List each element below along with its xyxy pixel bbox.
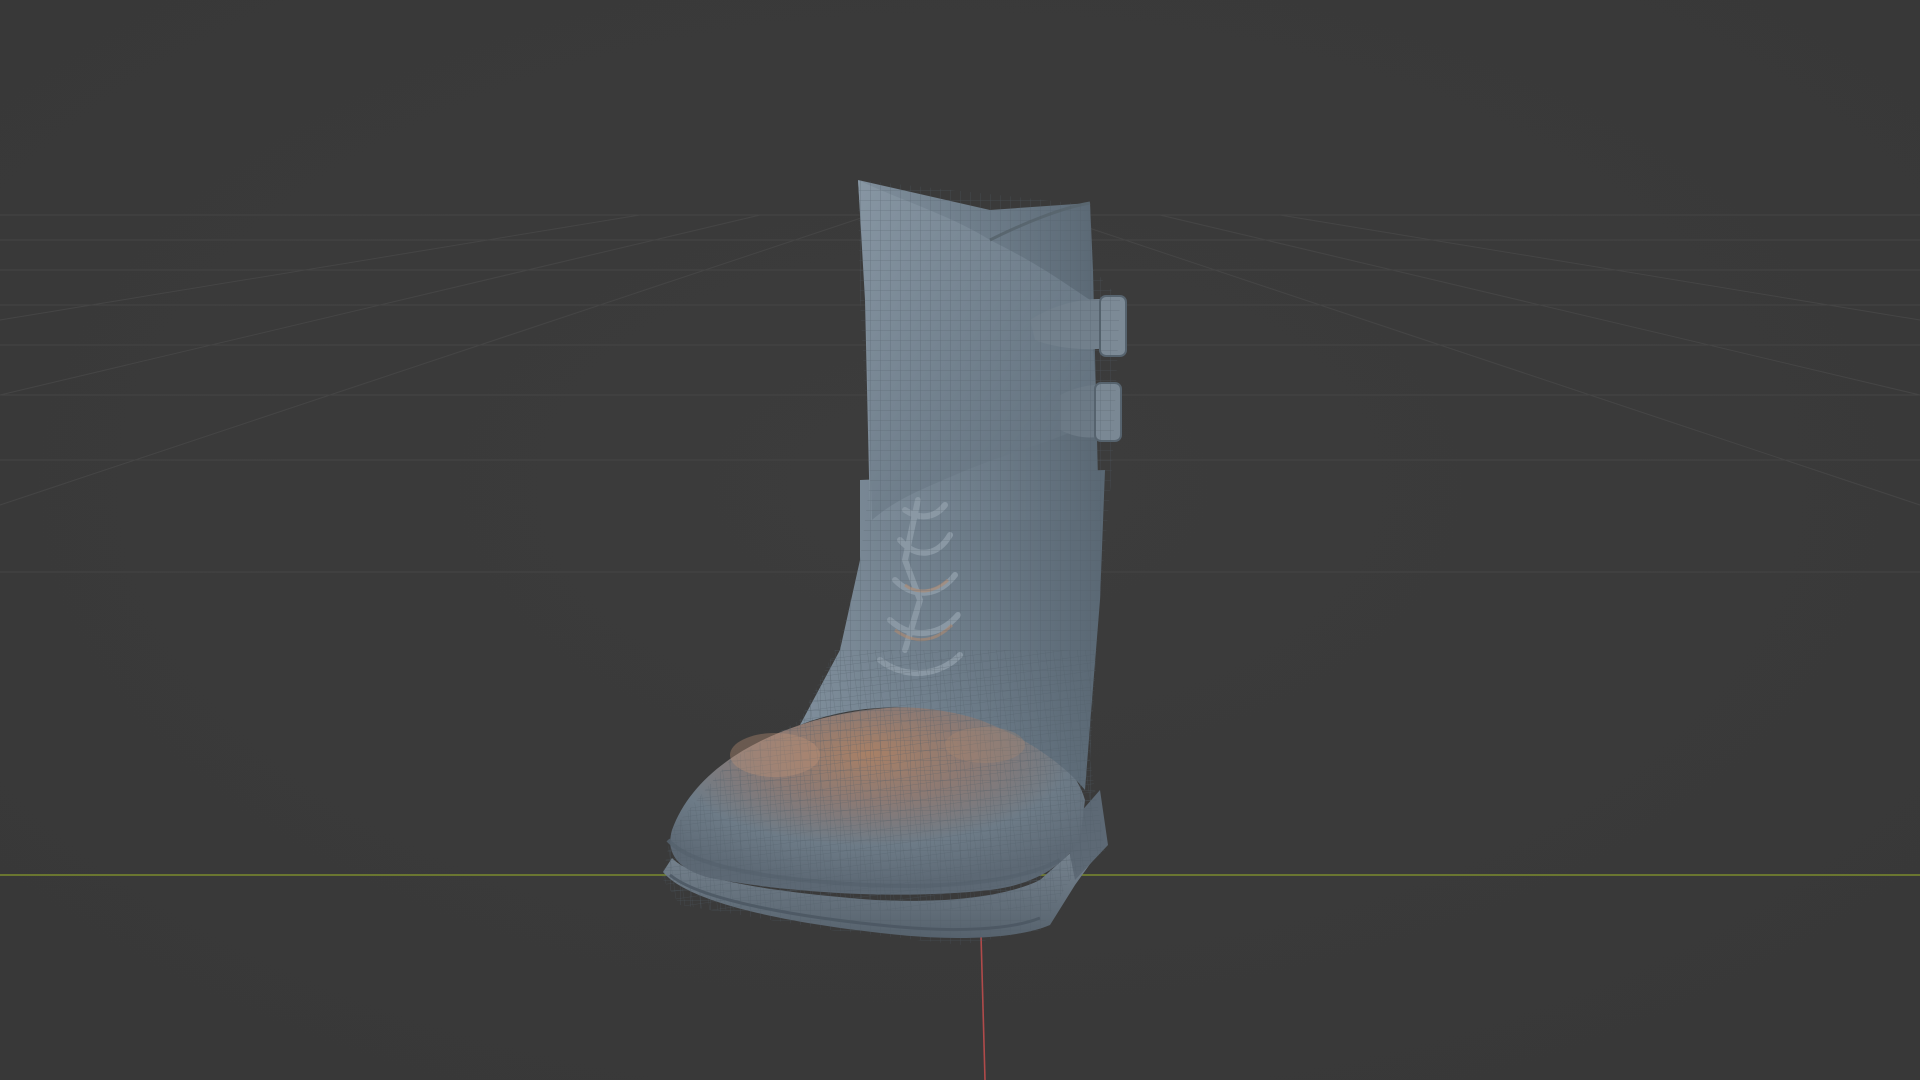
3d-viewport[interactable] (0, 0, 1920, 1080)
viewport-canvas[interactable] (0, 0, 1920, 1080)
toe-highlight (730, 733, 820, 777)
